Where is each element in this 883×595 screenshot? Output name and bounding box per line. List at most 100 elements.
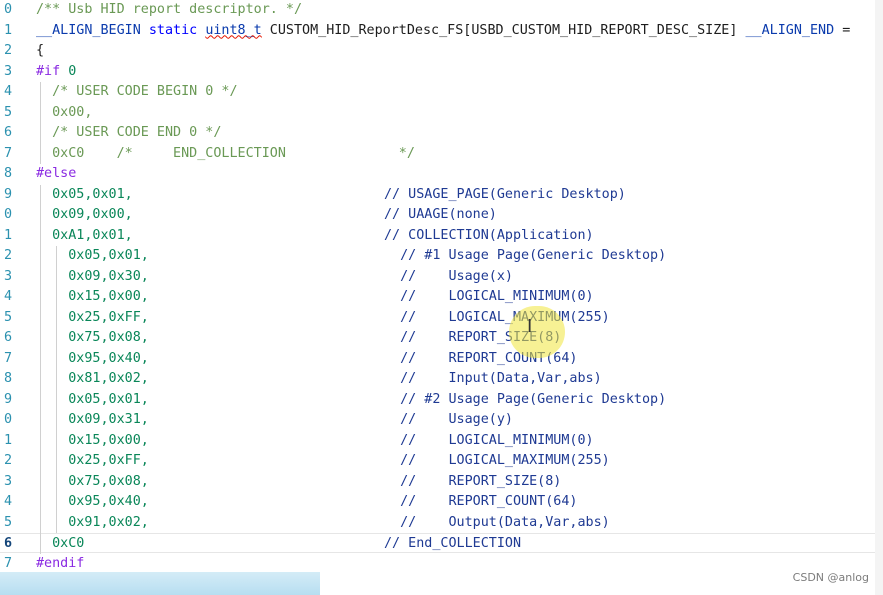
code-token: 0x09,0x30, — [36, 268, 149, 284]
code-text: 0x75,0x08, — [36, 328, 149, 348]
code-editor[interactable]: 0 /** Usb HID report descriptor. */ 1 __ALI… — [0, 0, 883, 595]
code-line[interactable]: 9 0x05,0x01, // #2 Usage Page(Generic De… — [0, 390, 883, 410]
line-number: 0 — [3, 2, 12, 17]
code-token: CUSTOM_HID_ReportDesc_FS[USBD_CUSTOM_HID… — [261, 22, 746, 38]
code-text: 0xA1,0x01, — [36, 226, 133, 246]
code-token: 0x15,0x00, — [36, 432, 149, 448]
code-line[interactable]: 8 0x81,0x02, // Input(Data,Var,abs) — [0, 369, 883, 389]
code-line[interactable]: 6 0x75,0x08, // REPORT_SIZE(8) — [0, 328, 883, 348]
code-token: 0x09,0x00, — [36, 207, 133, 222]
line-number: 4 — [3, 494, 12, 509]
code-line[interactable]: 0 0x09,0x00, // UAAGE(none) — [0, 205, 883, 225]
code-token: 0x95,0x40, — [36, 494, 149, 509]
code-text: __ALIGN_BEGIN static uint8_t CUSTOM_HID_… — [36, 21, 850, 41]
code-line[interactable]: 4 0x15,0x00, // LOGICAL_MINIMUM(0) — [0, 287, 883, 307]
line-number: 9 — [3, 186, 12, 202]
code-line[interactable]: 8 #else — [0, 164, 883, 184]
line-number: 5 — [3, 104, 12, 120]
code-text: 0x09,0x31, — [36, 410, 149, 430]
line-number: 7 — [3, 145, 12, 161]
code-text: 0x25,0xFF, — [36, 451, 149, 471]
code-line[interactable]: 5 0x91,0x02, // Output(Data,Var,abs) — [0, 513, 883, 533]
line-number: 6 — [3, 125, 12, 140]
code-text: 0x00, — [36, 103, 92, 123]
code-text: 0x05,0x01, — [36, 185, 133, 205]
code-token: __ALIGN_BEGIN — [36, 22, 141, 38]
code-text: 0xC0 — [36, 534, 84, 554]
line-number: 3 — [3, 63, 12, 79]
line-comment: // End_COLLECTION — [384, 536, 522, 551]
code-token: 0x05,0x01, — [36, 248, 149, 263]
code-line[interactable]: 7 0xC0 /* END_COLLECTION */ — [0, 144, 883, 164]
code-line[interactable]: 9 0x05,0x01, // USAGE_PAGE(Generic Deskto… — [0, 185, 883, 205]
code-text: 0x95,0x40, — [36, 349, 149, 369]
code-line[interactable]: 5 0x25,0xFF, // LOGICAL_MAXIMUM(255) — [0, 308, 883, 328]
code-line[interactable]: 7 #endif — [0, 554, 883, 574]
code-line[interactable]: 1 0x15,0x00, // LOGICAL_MINIMUM(0) — [0, 431, 883, 451]
code-token: { — [36, 43, 45, 58]
code-text: #else — [36, 164, 76, 184]
line-comment: // Output(Data,Var,abs) — [384, 514, 610, 530]
line-number: 5 — [3, 514, 12, 530]
code-line[interactable]: 3 0x09,0x30, // Usage(x) — [0, 267, 883, 287]
code-text: 0xC0 /* END_COLLECTION */ — [36, 144, 415, 164]
line-comment: // REPORT_COUNT(64) — [384, 494, 578, 509]
code-line[interactable]: 2{ — [0, 41, 883, 61]
code-line[interactable]: 0 /** Usb HID report descriptor. */ — [0, 0, 883, 20]
code-text: 0x05,0x01, — [36, 390, 149, 410]
line-comment: // Usage(x) — [384, 268, 513, 284]
line-number: 2 — [3, 453, 12, 468]
code-line[interactable]: 4 /* USER CODE BEGIN 0 */ — [0, 82, 883, 102]
code-line[interactable]: 3 0x75,0x08, // REPORT_SIZE(8) — [0, 472, 883, 492]
line-comment: // LOGICAL_MAXIMUM(255) — [384, 309, 610, 325]
watermark: CSDN @anlog — [792, 571, 869, 584]
line-comment: // REPORT_SIZE(8) — [384, 473, 562, 489]
line-number: 0 — [3, 207, 12, 222]
line-comment: // USAGE_PAGE(Generic Desktop) — [384, 186, 626, 202]
line-comment: // Usage(y) — [384, 412, 513, 427]
code-line[interactable]: 0 0x09,0x31, // Usage(y) — [0, 410, 883, 430]
line-number: 0 — [3, 412, 12, 427]
line-number: 1 — [3, 432, 12, 448]
code-token: 0x00, — [36, 104, 93, 120]
code-line[interactable]: 1 __ALIGN_BEGIN static uint8_t CUSTOM_HID… — [0, 21, 883, 41]
code-text: 0x81,0x02, — [36, 369, 149, 389]
code-token: #endif — [36, 555, 85, 571]
line-number: 5 — [3, 309, 12, 325]
code-line[interactable]: 7 0x95,0x40, // REPORT_COUNT(64) — [0, 349, 883, 369]
code-text: #endif — [36, 554, 84, 574]
code-line[interactable]: 1 0xA1,0x01, // COLLECTION(Application) — [0, 226, 883, 246]
code-text: 0x75,0x08, — [36, 472, 149, 492]
code-line[interactable]: 4 0x95,0x40, // REPORT_COUNT(64) — [0, 492, 883, 512]
code-text: 0x95,0x40, — [36, 492, 149, 512]
code-token: = — [834, 22, 851, 38]
line-number: 4 — [3, 84, 12, 99]
code-token: 0x75,0x08, — [36, 330, 149, 345]
code-text: 0x25,0xFF, — [36, 308, 149, 328]
code-line[interactable]: 3 #if 0 — [0, 62, 883, 82]
code-text: 0x09,0x30, — [36, 267, 149, 287]
code-token: 0x09,0x31, — [36, 412, 149, 427]
line-comment: // UAAGE(none) — [384, 207, 497, 222]
code-line[interactable]: 6 0xC0 // End_COLLECTION — [0, 533, 883, 553]
code-token: 0 — [68, 63, 77, 79]
code-text: #if 0 — [36, 62, 76, 82]
line-number: 7 — [3, 350, 12, 366]
code-line[interactable]: 6 /* USER CODE END 0 */ — [0, 123, 883, 143]
line-comment: // #1 Usage Page(Generic Desktop) — [384, 248, 667, 263]
scrollbar-track[interactable] — [875, 0, 883, 595]
code-line[interactable]: 5 0x00, — [0, 103, 883, 123]
line-comment: // COLLECTION(Application) — [384, 227, 594, 243]
code-token: 0xA1,0x01, — [36, 227, 133, 243]
code-line[interactable]: 2 0x05,0x01, // #1 Usage Page(Generic De… — [0, 246, 883, 266]
code-line[interactable]: 2 0x25,0xFF, // LOGICAL_MAXIMUM(255) — [0, 451, 883, 471]
code-token: 0x05,0x01, — [36, 391, 149, 407]
code-text: 0x15,0x00, — [36, 287, 149, 307]
code-text: 0x05,0x01, — [36, 246, 149, 266]
line-number: 6 — [3, 536, 12, 551]
code-token: /* USER CODE BEGIN 0 */ — [36, 84, 238, 99]
code-token: 0x25,0xFF, — [36, 453, 149, 468]
code-token: 0xC0 /* END_COLLECTION */ — [36, 145, 415, 161]
line-number: 2 — [3, 248, 12, 263]
code-token: #if — [36, 63, 69, 79]
